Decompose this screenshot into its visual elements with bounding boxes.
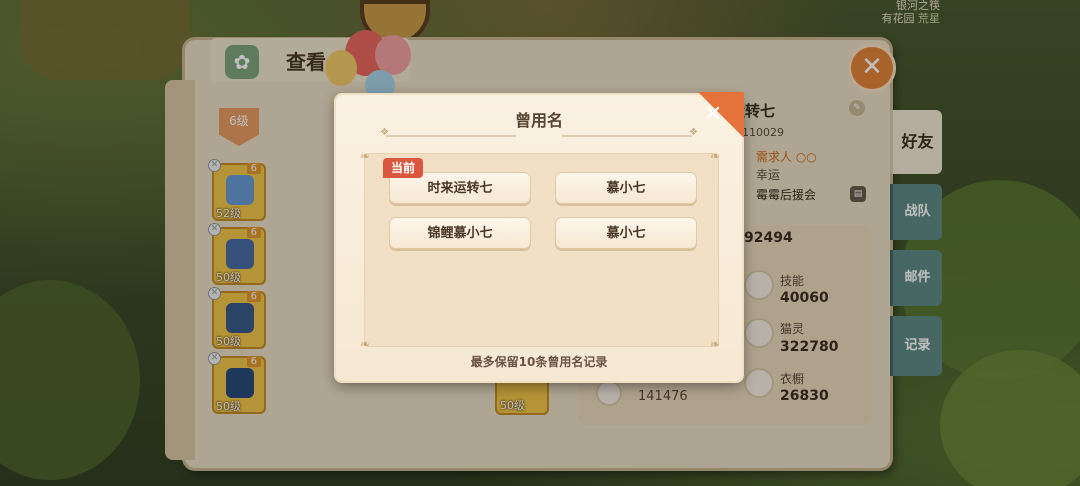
ornament-icon: ❧ [709, 149, 720, 163]
former-name-item[interactable]: 锦鲤慕小七 [389, 217, 531, 249]
ornament-icon: ❖ [689, 127, 698, 138]
former-name-item[interactable]: 慕小七 [555, 172, 697, 204]
dialog-title: 曾用名 [514, 111, 563, 130]
former-name-item[interactable]: 慕小七 [555, 217, 697, 249]
title-divider [386, 135, 516, 137]
ornament-icon: ❖ [380, 127, 389, 138]
ornament-icon: ❧ [709, 337, 720, 351]
ornament-icon: ❧ [360, 149, 371, 163]
ornament-icon: ❧ [360, 337, 371, 351]
title-divider [562, 135, 692, 137]
current-badge: 当前 [383, 158, 424, 178]
dialog-footer-note: 最多保留10条曾用名记录 [470, 355, 608, 369]
close-icon[interactable]: ✕ [702, 104, 724, 126]
